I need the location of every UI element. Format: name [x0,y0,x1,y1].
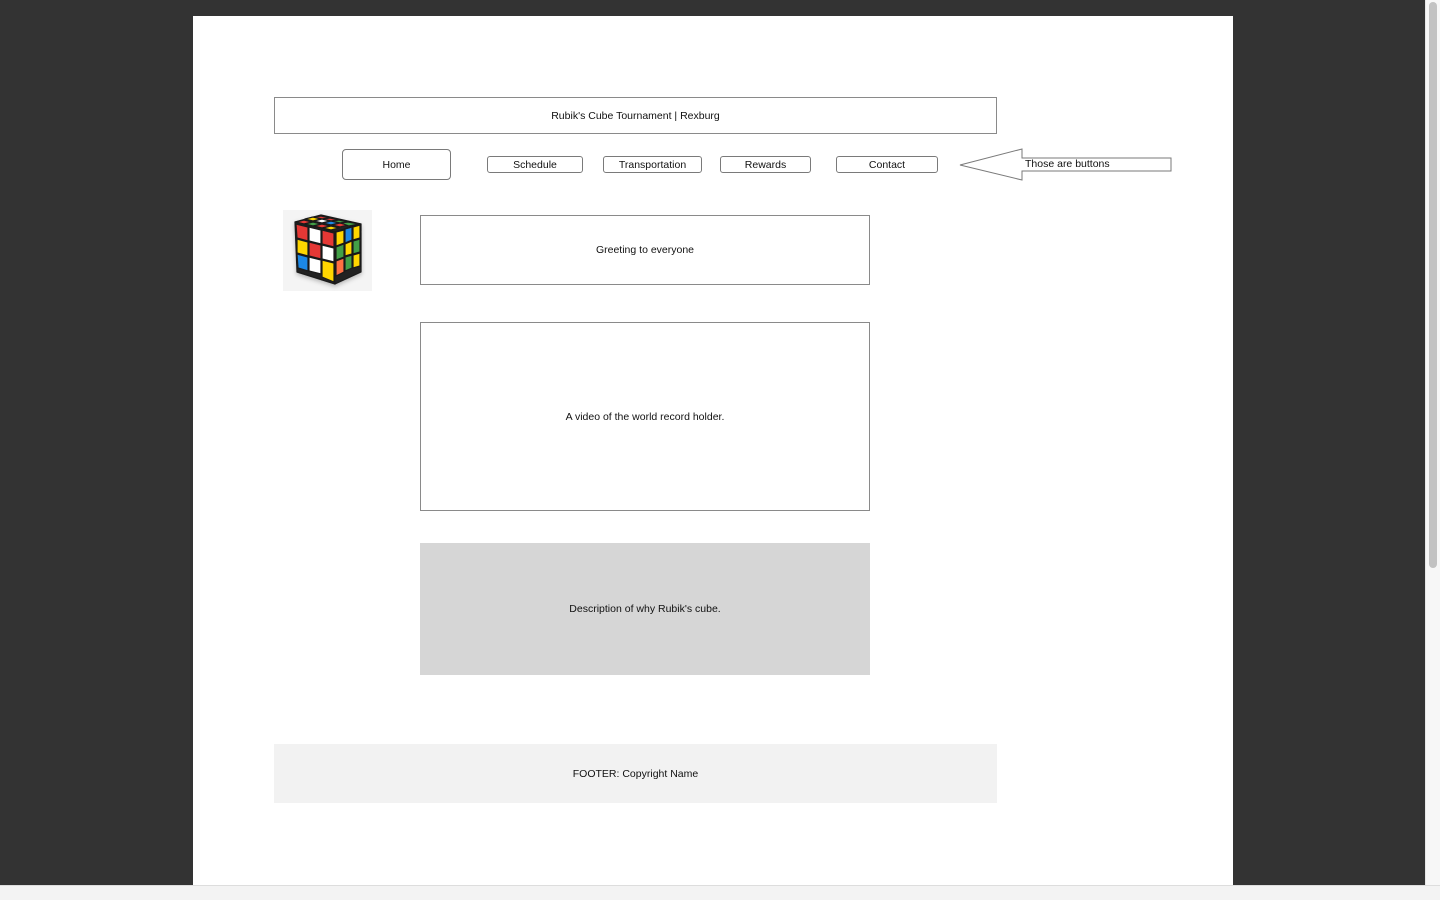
callout-text: Those are buttons [1025,158,1110,170]
nav-schedule-button[interactable]: Schedule [487,156,583,173]
nav-schedule-label: Schedule [513,158,557,171]
video-placeholder-text: A video of the world record holder. [565,410,725,423]
nav-transportation-label: Transportation [618,158,687,171]
nav-contact-label: Contact [868,158,906,171]
nav-home-button[interactable]: Home [342,149,451,180]
nav-rewards-button[interactable]: Rewards [720,156,811,173]
description-box: Description of why Rubik's cube. [420,543,870,675]
footer-text: FOOTER: Copyright Name [572,767,699,780]
scrollbar-thumb[interactable] [1429,2,1437,568]
greeting-text: Greeting to everyone [595,244,695,256]
footer: FOOTER: Copyright Name [274,744,997,803]
rubiks-cube-logo [283,210,372,291]
page-title-text: Rubik's Cube Tournament | Rexburg [551,109,720,122]
rubiks-cube-icon [294,214,362,285]
horizontal-scrollbar[interactable] [0,885,1440,900]
greeting-box: Greeting to everyone [420,215,870,285]
page-title: Rubik's Cube Tournament | Rexburg [274,97,997,134]
nav-home-label: Home [382,158,411,171]
description-text: Description of why Rubik's cube. [569,603,721,615]
nav-transportation-button[interactable]: Transportation [603,156,702,173]
nav-rewards-label: Rewards [744,158,787,171]
nav-contact-button[interactable]: Contact [836,156,938,173]
vertical-scrollbar[interactable] [1425,0,1440,885]
video-placeholder[interactable]: A video of the world record holder. [420,322,870,511]
